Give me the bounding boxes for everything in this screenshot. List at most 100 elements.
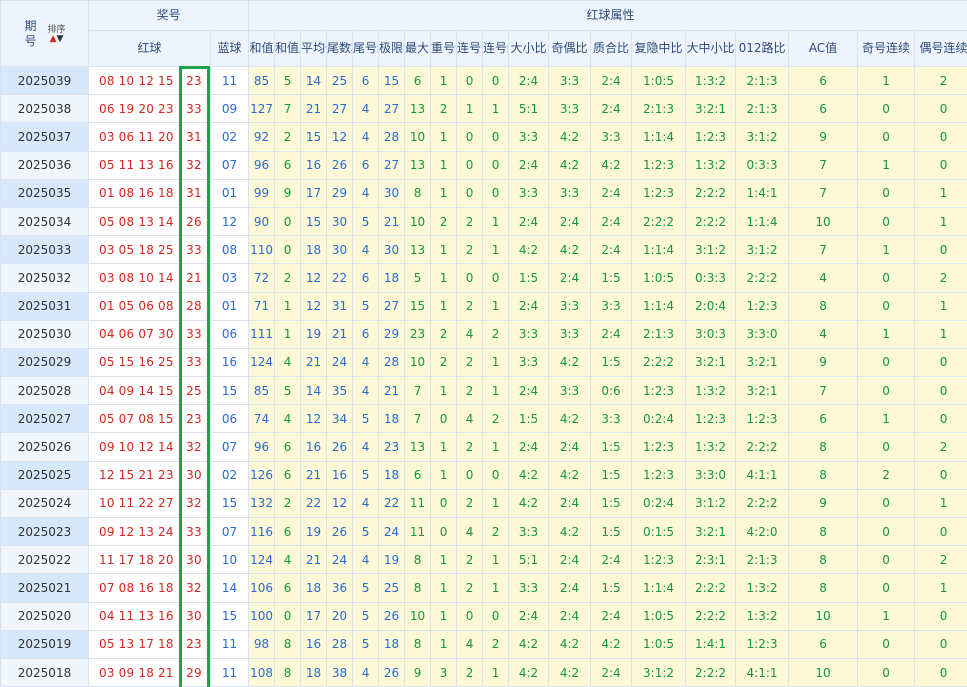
table-row[interactable]: 2025038 06 19 20 23 26 33 09 127 7 21 27 4 27 13 2 1… — [0, 94, 967, 124]
red-balls-cell: 05 15 16 25 30 33 — [88, 347, 211, 378]
table-row[interactable]: 2025024 10 11 22 27 30 32 15 132 2 22 12 4 22 11 0 2… — [0, 488, 967, 519]
attr-cell: 6 — [788, 404, 859, 434]
attr-cell: 1 — [482, 347, 510, 378]
table-row[interactable]: 2025020 04 11 13 16 26 30 15 100 0 17 20 5 26 10 1 0… — [0, 601, 967, 631]
attr-cell: 7 — [788, 178, 859, 208]
last-red-ball: 33 — [178, 321, 210, 348]
attr-cell: 0 — [914, 657, 967, 687]
period-cell: 2025028 — [0, 376, 89, 406]
table-row[interactable]: 2025034 05 08 13 14 24 26 12 90 0 15 30 5 21 10 2 2 1… — [0, 206, 967, 237]
period-cell: 2025019 — [0, 629, 89, 659]
attr-cell: 1:2:3 — [735, 404, 790, 434]
attr-cell: 10 — [404, 206, 432, 237]
attr-cell: 13 — [404, 235, 432, 265]
last-red-ball: 33 — [178, 518, 210, 545]
attr-cell: 0 — [914, 601, 967, 631]
blue-ball-cell: 16 — [209, 347, 250, 378]
attr-cell: 1 — [857, 150, 916, 180]
attr-cell: 9 — [788, 347, 859, 378]
red-balls-cell: 11 17 18 20 28 30 — [88, 545, 211, 575]
attr-cell: 1:5 — [590, 573, 633, 603]
attr-cell: 2 — [482, 319, 510, 349]
table-row[interactable]: 2025023 09 12 13 24 25 33 07 116 6 19 26 5 24 11 0 4… — [0, 516, 967, 547]
attr-cell: 29 — [326, 178, 354, 208]
attr-cell: 2:4 — [508, 150, 550, 180]
table-row[interactable]: 2025029 05 15 16 25 30 33 16 124 4 21 24 4 28 10 2 2… — [0, 347, 967, 378]
attr-cell: 3:2:1 — [685, 347, 737, 378]
period-cell: 2025033 — [0, 235, 89, 265]
col-header: 大小比 — [508, 30, 550, 67]
attr-cell: 9 — [404, 657, 432, 687]
attr-cell: 85 — [248, 376, 276, 406]
attr-cell: 1:1:4 — [631, 122, 687, 152]
table-row[interactable]: 2025021 07 08 16 18 25 32 14 106 6 18 36 5 25 8 1 2 1… — [0, 573, 967, 603]
attr-cell: 2:4 — [548, 488, 592, 519]
attr-cell: 1:5 — [508, 263, 550, 293]
table-row[interactable]: 2025026 09 10 12 14 19 32 07 96 6 16 26 4 23 13 1 2 1… — [0, 432, 967, 462]
col-header: 尾数和值 — [326, 30, 354, 67]
attr-cell: 2:2:2 — [685, 178, 737, 208]
table-row[interactable]: 2025036 05 11 13 16 19 32 07 96 6 16 26 6 27 13 1 0 0… — [0, 150, 967, 180]
attr-cell: 2 — [274, 488, 302, 519]
blue-ball-cell: 10 — [209, 545, 250, 575]
table-row[interactable]: 2025022 11 17 18 20 28 30 10 124 4 21 24 4 19 8 1 2 1… — [0, 545, 967, 575]
attr-cell: 3:0:3 — [685, 319, 737, 349]
blue-ball-cell: 07 — [209, 150, 250, 180]
table-row[interactable]: 2025019 05 13 17 18 22 23 11 98 8 16 28 5 18 8 1 4 2 4… — [0, 629, 967, 659]
attr-cell: 27 — [378, 291, 406, 321]
attr-cell: 18 — [378, 629, 406, 659]
last-red-ball: 26 — [178, 208, 210, 235]
col-header: 012路比 — [735, 30, 790, 67]
attr-cell: 7 — [788, 376, 859, 406]
attr-cell: 0 — [857, 291, 916, 321]
attr-cell: 3:2:1 — [735, 376, 790, 406]
table-row[interactable]: 2025027 05 07 08 15 16 23 06 74 4 12 34 5 18 7 0 4 2 1… — [0, 404, 967, 434]
red-balls-cell: 12 15 21 23 25 30 — [88, 460, 211, 490]
attr-cell: 3:3 — [590, 122, 633, 152]
attr-cell: 0 — [857, 263, 916, 293]
table-row[interactable]: 2025035 01 08 16 18 25 31 01 99 9 17 29 4 30 8 1 0 0 3… — [0, 178, 967, 208]
table-row[interactable]: 2025031 01 05 06 08 23 28 01 71 1 12 31 5 27 15 1 2 1… — [0, 291, 967, 321]
attr-cell: 3:1:2 — [685, 488, 737, 519]
blue-ball-cell: 11 — [209, 657, 250, 687]
period-header[interactable]: 期号 排序 ▲▼ — [0, 0, 89, 67]
red-balls-cell: 04 06 07 30 31 33 — [88, 319, 211, 349]
attr-cell: 2:4 — [548, 263, 592, 293]
table-row[interactable]: 2025025 12 15 21 23 25 30 02 126 6 21 16 5 18 6 1 0 0… — [0, 460, 967, 490]
table-row[interactable]: 2025039 08 10 12 15 17 23 11 85 5 14 25 6 15 6 1 0 0 2… — [0, 65, 967, 96]
attr-cell: 96 — [248, 432, 276, 462]
attr-cell: 24 — [326, 545, 354, 575]
attr-cell: 0 — [914, 516, 967, 547]
period-cell: 2025038 — [0, 94, 89, 124]
table-row[interactable]: 2025018 03 09 18 21 28 29 11 108 8 18 38 4 26 9 3 2 1… — [0, 657, 967, 687]
table-row[interactable]: 2025032 03 08 10 14 16 21 03 72 2 12 22 6 18 5 1 0 0 1… — [0, 263, 967, 293]
attr-cell: 0 — [857, 545, 916, 575]
table-row[interactable]: 2025028 04 09 14 15 18 25 15 85 5 14 35 4 21 7 1 2 1 2… — [0, 376, 967, 406]
attr-cell: 25 — [378, 573, 406, 603]
attr-cell: 26 — [378, 657, 406, 687]
attr-cell: 1:2:3 — [631, 150, 687, 180]
table-row[interactable]: 2025037 03 06 11 20 27 31 02 92 2 15 12 4 28 10 1 0 0… — [0, 122, 967, 152]
attr-cell: 5 — [352, 601, 380, 631]
attr-cell: 4 — [274, 545, 302, 575]
table-row[interactable]: 2025030 04 06 07 30 31 33 06 111 1 19 21 6 29 23 2 4… — [0, 319, 967, 349]
sort-control[interactable]: 排序 ▲▼ — [47, 25, 65, 44]
table-row[interactable]: 2025033 03 05 18 25 26 33 08 110 0 18 30 4 30 13 1 2… — [0, 235, 967, 265]
attr-cell: 2:2:2 — [631, 347, 687, 378]
attr-cell: 3:1:2 — [685, 235, 737, 265]
attr-cell: 4:2 — [548, 404, 592, 434]
attr-cell: 108 — [248, 657, 276, 687]
period-cell: 2025027 — [0, 404, 89, 434]
attr-cell: 4:2 — [508, 460, 550, 490]
attr-cell: 4 — [788, 319, 859, 349]
attr-cell: 99 — [248, 178, 276, 208]
attr-cell: 21 — [300, 460, 328, 490]
attr-cell: 3:2:1 — [735, 347, 790, 378]
attr-cell: 4:2 — [508, 235, 550, 265]
attr-cell: 0 — [857, 516, 916, 547]
attr-cell: 15 — [378, 65, 406, 96]
sort-down-icon[interactable]: ▼ — [56, 34, 63, 44]
attr-cell: 3:3:0 — [735, 319, 790, 349]
attr-cell: 1 — [914, 573, 967, 603]
sort-arrows-icon[interactable]: ▲▼ — [47, 34, 65, 44]
